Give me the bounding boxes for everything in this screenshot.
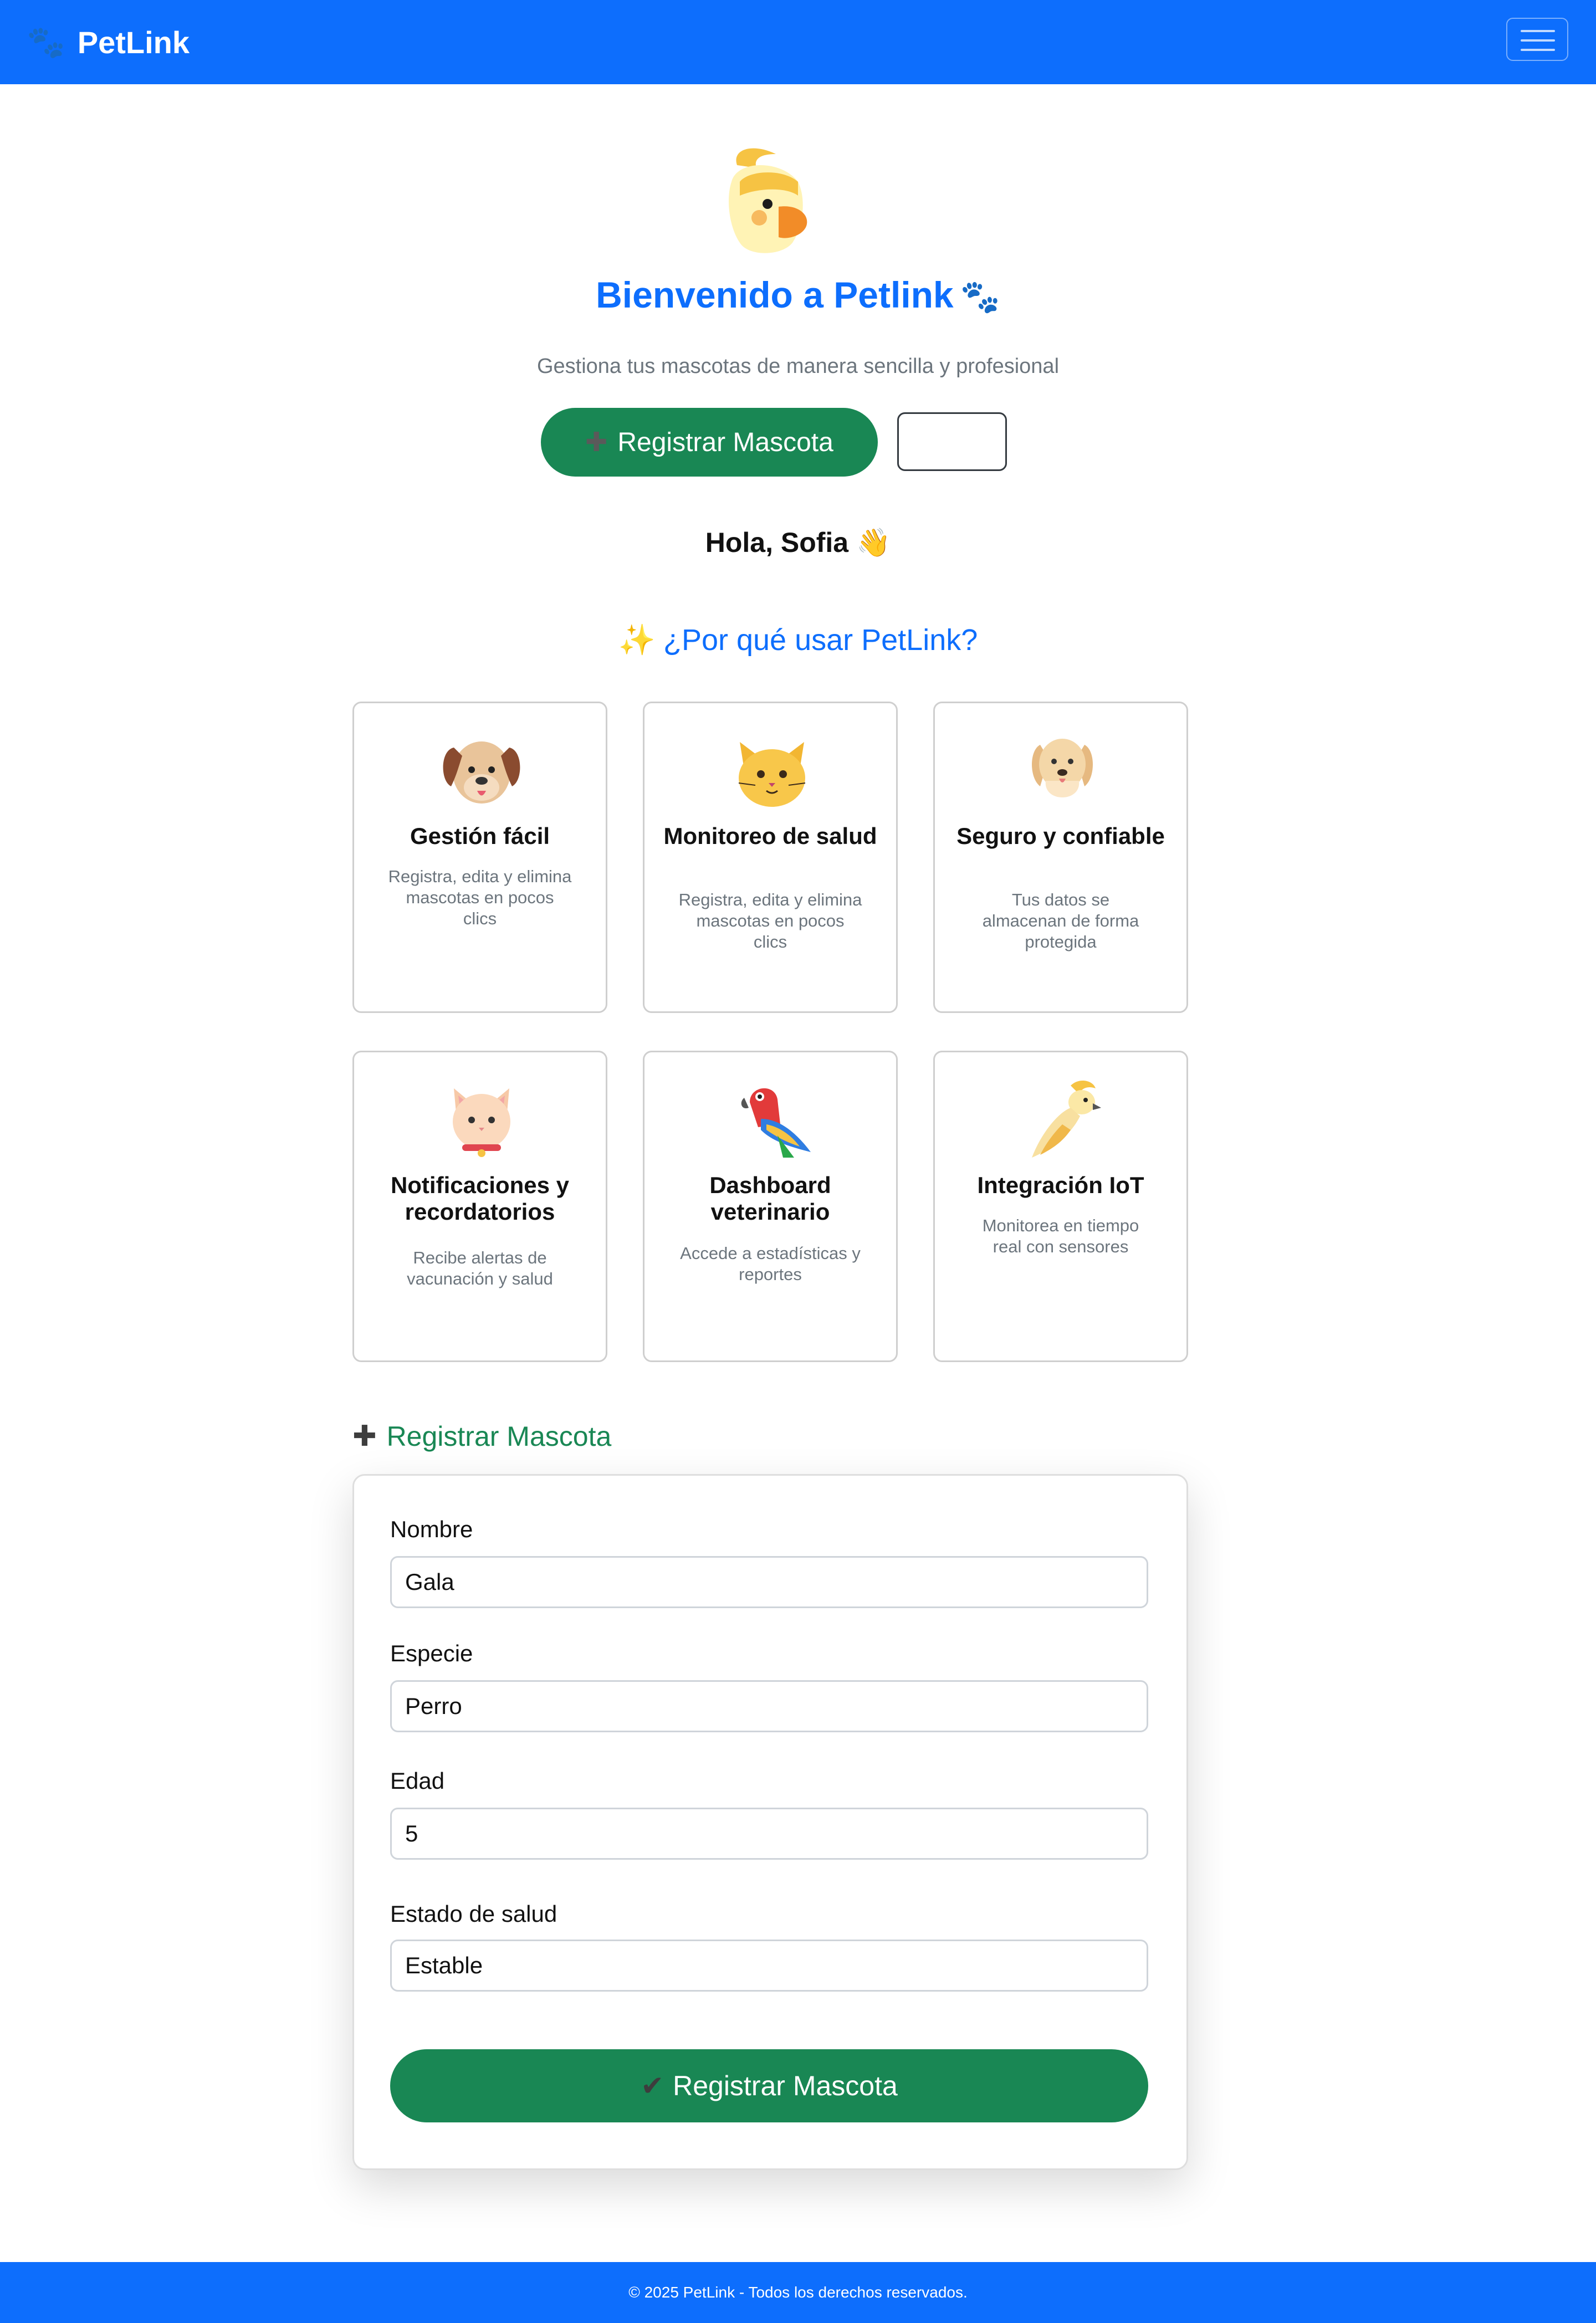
feature-card: Gestión fácil Registra, edita y elimina … [352,702,607,1013]
navbar: 🐾 PetLink [0,0,1596,84]
hamburger-icon-line [1521,39,1555,42]
greeting-text: Hola, Sofia [705,527,849,558]
parrot-icon [741,1088,811,1158]
feature-title: Dashboard veterinario [709,1172,831,1225]
golden-retriever-icon [1032,739,1093,797]
cockatoo-icon [1032,1080,1101,1158]
feature-description: Tus datos se almacenan de forma protegid… [982,890,1139,951]
feature-card: Notificaciones y recordatorios Recibe al… [352,1051,607,1362]
health-status-label: Estado de salud [390,1901,557,1927]
page-title: Bienvenido a Petlink 🐾 [0,274,1596,316]
health-status-input[interactable] [390,1940,1148,1992]
feature-card: Monitoreo de salud Registra, edita y eli… [643,702,898,1013]
navbar-brand[interactable]: 🐾 PetLink [27,16,190,69]
submit-button[interactable]: ✔ Registrar Mascota [390,2049,1148,2122]
feature-description: Recibe alertas de vacunación y salud [407,1248,553,1288]
feature-description: Accede a estadísticas y reportes [680,1244,861,1284]
menu-toggle-button[interactable] [1506,18,1568,61]
footer: © 2025 PetLink - Todos los derechos rese… [0,2262,1596,2323]
cat-with-collar-icon [453,1088,510,1157]
submit-button-label: Registrar Mascota [673,2070,898,2101]
age-input[interactable] [390,1808,1148,1860]
cat-face-icon [738,742,806,807]
species-label: Especie [390,1640,473,1666]
greeting: Hola, Sofia 👋 [0,526,1596,559]
footer-text: © 2025 PetLink - Todos los derechos rese… [628,2284,968,2301]
register-pet-button[interactable]: ✚ Registrar Mascota [541,408,878,477]
hamburger-icon [1521,30,1555,32]
feature-description: Monitorea en tiempo real con sensores [982,1216,1139,1256]
feature-title: Gestión fácil [410,823,550,849]
page-title-text: Bienvenido a Petlink [596,274,954,315]
dog-face-icon [443,741,520,804]
check-icon: ✔ [641,2070,664,2101]
species-input[interactable] [390,1680,1148,1732]
features-title: ✨ ¿Por qué usar PetLink? [0,623,1596,658]
feature-description: Registra, edita y elimina mascotas en po… [678,890,862,951]
feature-card: Dashboard veterinario Accede a estadísti… [643,1051,898,1362]
cockatiel-icon [729,148,807,253]
name-label: Nombre [390,1516,473,1542]
paw-icon: 🐾 [27,24,65,59]
brand-name: PetLink [77,24,190,60]
age-label: Edad [390,1768,445,1794]
page-subtitle: Gestiona tus mascotas de manera sencilla… [536,355,1060,378]
feature-title: Seguro y confiable [956,823,1165,849]
feature-title: Monitoreo de salud [663,823,877,849]
feature-title: Notificaciones y recordatorios [390,1172,570,1225]
paw-icon: 🐾 [960,279,1000,315]
hamburger-icon-line [1521,49,1555,51]
feature-card: Seguro y confiable Tus datos se almacena… [933,702,1188,1013]
sparkles-icon: ✨ [618,623,656,657]
secondary-button[interactable] [897,412,1007,471]
features-title-text: ¿Por qué usar PetLink? [663,623,978,657]
plus-icon: ✚ [585,428,608,457]
feature-card: Integración IoT Monitorea en tiempo real… [933,1051,1188,1362]
waving-hand-icon: 👋 [856,527,891,558]
plus-icon: ✚ [352,1420,377,1452]
feature-description: Registra, edita y elimina mascotas en po… [388,867,572,928]
form-heading-text: Registrar Mascota [386,1421,612,1452]
name-input[interactable] [390,1556,1148,1608]
feature-title: Integración IoT [977,1172,1144,1198]
form-heading: ✚ Registrar Mascota [352,1420,611,1453]
register-pet-button-label: Registrar Mascota [617,427,833,457]
